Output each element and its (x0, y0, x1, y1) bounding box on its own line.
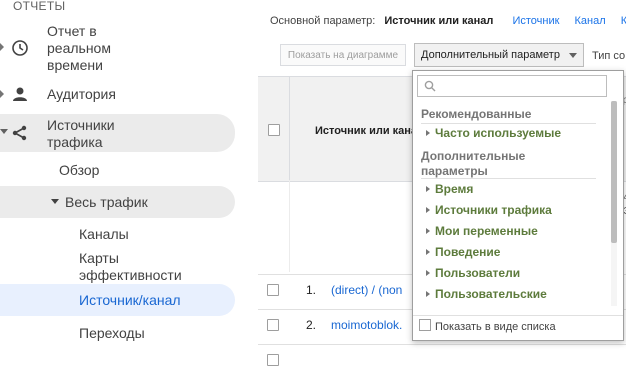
row-checkbox[interactable] (267, 354, 279, 366)
reports-heading: ОТЧЕТЫ (13, 0, 66, 13)
column-header-source-medium[interactable]: Источник или кана (315, 125, 417, 137)
nav-acquisition-highlight (0, 114, 235, 152)
collapse-arrow-icon[interactable] (51, 199, 59, 204)
group-additional: Дополнительные параметры (421, 149, 525, 179)
nav-acquisition-line2: трафика (47, 134, 103, 150)
group-recommended: Рекомендованные (421, 107, 532, 121)
nav-acquisition[interactable]: Источники трафика (47, 117, 115, 151)
dropdown-footer-divider (413, 315, 623, 316)
plot-rows-button[interactable]: Показать на диаграмме (280, 44, 406, 66)
sidebar: ОТЧЕТЫ Отчет в реальном времени Аудитори… (0, 0, 243, 357)
select-all-checkbox[interactable] (268, 124, 280, 136)
primary-dimension-current: Источник или канал (384, 15, 494, 27)
option-traffic-sources[interactable]: Источники трафика (426, 203, 552, 217)
option-label: Пользователи (435, 266, 521, 280)
row-number: 1. (306, 283, 317, 297)
dropdown-scrollbar[interactable] (611, 101, 617, 243)
nav-all-traffic[interactable]: Весь трафик (65, 194, 148, 211)
option-frequently-used[interactable]: Часто используемые (426, 126, 561, 140)
option-label: Пользовательские (435, 287, 547, 301)
secondary-dimension-button[interactable]: Дополнительный параметр (414, 43, 584, 67)
primary-dimension-more-link[interactable]: К (621, 15, 626, 27)
sort-type-label: Тип со (592, 50, 626, 62)
nav-realtime-line3: времени (47, 57, 103, 73)
option-label: Источники трафика (435, 203, 552, 217)
expand-arrow-icon (426, 249, 430, 255)
nav-audience[interactable]: Аудитория (47, 86, 116, 103)
clock-icon (12, 40, 28, 56)
row-source-link[interactable]: moimotoblok. (331, 318, 402, 332)
primary-dimension-bar: Основной параметр: Источник или канал Ис… (270, 15, 626, 27)
nav-source-medium[interactable]: Источник/канал (79, 292, 181, 309)
nav-overview[interactable]: Обзор (59, 162, 99, 179)
option-my-variables[interactable]: Мои переменные (426, 224, 538, 238)
row-checkbox[interactable] (267, 319, 279, 331)
option-label: Мои переменные (435, 224, 538, 238)
expand-arrow-icon (426, 207, 430, 213)
option-time[interactable]: Время (426, 182, 473, 196)
row-source-link[interactable]: (direct) / (non (331, 283, 402, 297)
primary-dimension-medium-link[interactable]: Канал (575, 15, 606, 27)
column-divider (289, 180, 290, 272)
primary-dimension-label: Основной параметр: (270, 15, 376, 27)
nav-acquisition-line1: Источники (47, 117, 115, 133)
expand-arrow-icon (426, 291, 430, 297)
expand-arrow-icon (426, 186, 430, 192)
table-row[interactable] (258, 344, 626, 375)
option-label: Время (435, 182, 474, 196)
expand-arrow-icon (426, 130, 430, 136)
row-checkbox[interactable] (267, 284, 279, 296)
search-icon (424, 80, 436, 92)
nav-treemaps-line1: Карты (79, 250, 119, 266)
group-divider (421, 123, 596, 124)
column-divider (289, 77, 290, 181)
option-label: Часто используемые (435, 126, 561, 140)
collapse-arrow-icon[interactable] (0, 129, 8, 134)
chevron-down-icon (569, 53, 577, 58)
nav-channels[interactable]: Каналы (79, 226, 129, 243)
group-additional-line2: параметры (421, 164, 488, 178)
expand-arrow-icon[interactable] (0, 90, 4, 98)
secondary-dimension-label: Дополнительный параметр (421, 49, 560, 61)
option-behavior[interactable]: Поведение (426, 245, 500, 259)
expand-arrow-icon (426, 228, 430, 234)
primary-dimension-source-link[interactable]: Источник (512, 15, 559, 27)
option-custom[interactable]: Пользовательские (426, 287, 547, 301)
expand-arrow-icon[interactable] (0, 43, 4, 51)
nav-realtime-line2: реальном (47, 40, 111, 56)
nav-treemaps-line2: эффективности (79, 267, 182, 283)
option-label: Поведение (435, 245, 501, 259)
person-icon (13, 87, 27, 101)
row-number: 2. (306, 318, 317, 332)
dimension-search-input[interactable] (417, 75, 607, 97)
nav-realtime-line1: Отчет в (47, 23, 97, 39)
secondary-dimension-dropdown: Рекомендованные Часто используемые Допол… (412, 70, 624, 341)
nav-treemaps[interactable]: Карты эффективности (79, 250, 182, 284)
acquisition-icon (12, 125, 27, 141)
list-view-checkbox[interactable] (419, 319, 431, 331)
expand-arrow-icon (426, 270, 430, 276)
option-users[interactable]: Пользователи (426, 266, 520, 280)
group-additional-line1: Дополнительные (421, 149, 526, 163)
list-view-label[interactable]: Показать в виде списка (435, 321, 556, 333)
nav-referrals[interactable]: Переходы (79, 325, 145, 342)
nav-realtime[interactable]: Отчет в реальном времени (47, 23, 111, 74)
group-divider (421, 178, 596, 179)
